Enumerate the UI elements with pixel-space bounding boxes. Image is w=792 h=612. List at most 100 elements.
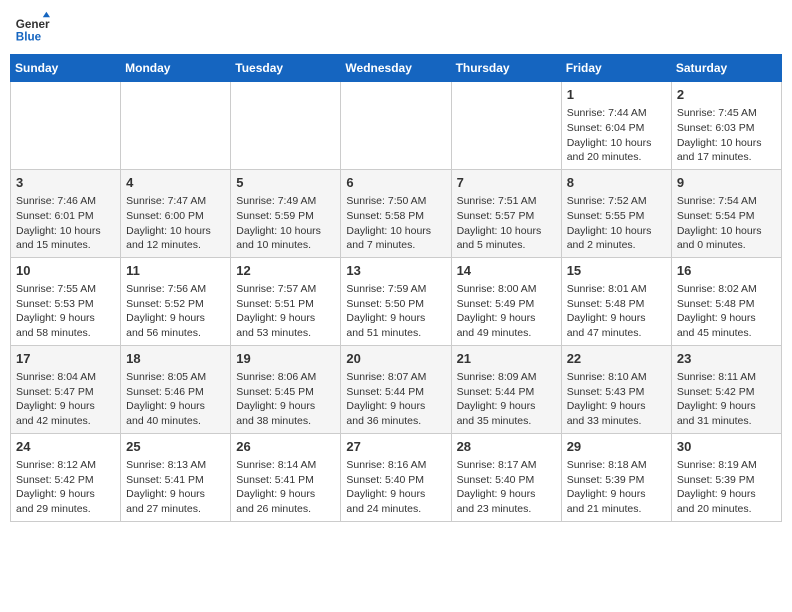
day-number: 19 — [236, 350, 335, 368]
day-info: Daylight: 10 hours and 12 minutes. — [126, 224, 225, 253]
day-info: Sunset: 6:01 PM — [16, 209, 115, 224]
day-info: Sunrise: 8:17 AM — [457, 458, 556, 473]
calendar-cell: 1 Sunrise: 7:44 AMSunset: 6:04 PMDaylight… — [561, 82, 671, 170]
calendar-cell — [451, 82, 561, 170]
day-number: 10 — [16, 262, 115, 280]
day-info: Sunset: 5:46 PM — [126, 385, 225, 400]
calendar-cell: 2Sunrise: 7:45 AMSunset: 6:03 PMDaylight… — [671, 82, 781, 170]
calendar-week-row: 3Sunrise: 7:46 AMSunset: 6:01 PMDaylight… — [11, 169, 782, 257]
day-info: Daylight: 9 hours and 26 minutes. — [236, 487, 335, 516]
calendar-cell: 4Sunrise: 7:47 AMSunset: 6:00 PMDaylight… — [121, 169, 231, 257]
calendar-cell: 7Sunrise: 7:51 AMSunset: 5:57 PMDaylight… — [451, 169, 561, 257]
day-number: 30 — [677, 438, 776, 456]
calendar-week-row: 1 Sunrise: 7:44 AMSunset: 6:04 PMDaylight… — [11, 82, 782, 170]
calendar-cell: 21Sunrise: 8:09 AMSunset: 5:44 PMDayligh… — [451, 345, 561, 433]
weekday-header: Tuesday — [231, 55, 341, 82]
day-info: Sunset: 5:58 PM — [346, 209, 445, 224]
day-info: Sunrise: 7:56 AM — [126, 282, 225, 297]
weekday-header: Monday — [121, 55, 231, 82]
day-info: Daylight: 10 hours and 15 minutes. — [16, 224, 115, 253]
day-info: Daylight: 10 hours and 5 minutes. — [457, 224, 556, 253]
day-info: Sunset: 5:52 PM — [126, 297, 225, 312]
calendar-week-row: 10Sunrise: 7:55 AMSunset: 5:53 PMDayligh… — [11, 257, 782, 345]
day-info: Sunset: 5:53 PM — [16, 297, 115, 312]
day-info: Daylight: 10 hours and 0 minutes. — [677, 224, 776, 253]
day-info: Daylight: 9 hours and 24 minutes. — [346, 487, 445, 516]
day-info: Sunrise: 8:09 AM — [457, 370, 556, 385]
day-info: Daylight: 9 hours and 42 minutes. — [16, 399, 115, 428]
day-info: Sunrise: 8:04 AM — [16, 370, 115, 385]
calendar-cell — [121, 82, 231, 170]
day-info: Sunrise: 7:45 AM — [677, 106, 776, 121]
calendar-week-row: 17Sunrise: 8:04 AMSunset: 5:47 PMDayligh… — [11, 345, 782, 433]
day-info: Daylight: 9 hours and 23 minutes. — [457, 487, 556, 516]
page-header: General Blue — [10, 10, 782, 46]
calendar-cell: 11Sunrise: 7:56 AMSunset: 5:52 PMDayligh… — [121, 257, 231, 345]
svg-text:Blue: Blue — [16, 31, 42, 44]
day-info: Sunset: 5:42 PM — [16, 473, 115, 488]
day-info: Daylight: 9 hours and 47 minutes. — [567, 311, 666, 340]
weekday-header: Thursday — [451, 55, 561, 82]
calendar-cell — [341, 82, 451, 170]
day-info: Sunrise: 8:00 AM — [457, 282, 556, 297]
day-info: Sunrise: 8:13 AM — [126, 458, 225, 473]
day-number: 27 — [346, 438, 445, 456]
day-info: Sunrise: 7:44 AM — [567, 106, 666, 121]
day-number: 1 — [567, 86, 666, 104]
day-info: Sunrise: 7:49 AM — [236, 194, 335, 209]
day-info: Sunset: 5:55 PM — [567, 209, 666, 224]
calendar-cell: 17Sunrise: 8:04 AMSunset: 5:47 PMDayligh… — [11, 345, 121, 433]
day-info: Sunset: 5:59 PM — [236, 209, 335, 224]
day-info: Sunrise: 7:55 AM — [16, 282, 115, 297]
calendar-cell: 15Sunrise: 8:01 AMSunset: 5:48 PMDayligh… — [561, 257, 671, 345]
day-info: Daylight: 9 hours and 21 minutes. — [567, 487, 666, 516]
day-number: 4 — [126, 174, 225, 192]
logo-icon: General Blue — [14, 10, 50, 46]
day-number: 13 — [346, 262, 445, 280]
day-info: Sunset: 5:41 PM — [236, 473, 335, 488]
calendar-cell: 20Sunrise: 8:07 AMSunset: 5:44 PMDayligh… — [341, 345, 451, 433]
day-number: 12 — [236, 262, 335, 280]
day-info: Sunset: 5:44 PM — [346, 385, 445, 400]
day-info: Sunrise: 7:51 AM — [457, 194, 556, 209]
day-info: Sunset: 6:03 PM — [677, 121, 776, 136]
day-info: Daylight: 9 hours and 31 minutes. — [677, 399, 776, 428]
day-info: Daylight: 9 hours and 58 minutes. — [16, 311, 115, 340]
calendar-cell: 8Sunrise: 7:52 AMSunset: 5:55 PMDaylight… — [561, 169, 671, 257]
day-info: Sunset: 6:04 PM — [567, 121, 666, 136]
calendar-cell: 6Sunrise: 7:50 AMSunset: 5:58 PMDaylight… — [341, 169, 451, 257]
day-info: Daylight: 10 hours and 20 minutes. — [567, 136, 666, 165]
day-info: Daylight: 10 hours and 7 minutes. — [346, 224, 445, 253]
calendar-cell: 10 Sunrise: 7:55 AMSunset: 5:53 PMDayligh… — [11, 257, 121, 345]
day-info: Sunrise: 7:46 AM — [16, 194, 115, 209]
day-number: 6 — [346, 174, 445, 192]
calendar-cell: 23Sunrise: 8:11 AMSunset: 5:42 PMDayligh… — [671, 345, 781, 433]
calendar-cell — [11, 82, 121, 170]
day-info: Daylight: 10 hours and 2 minutes. — [567, 224, 666, 253]
day-info: Sunrise: 7:54 AM — [677, 194, 776, 209]
day-info: Sunset: 5:39 PM — [677, 473, 776, 488]
calendar-cell: 12Sunrise: 7:57 AMSunset: 5:51 PMDayligh… — [231, 257, 341, 345]
day-info: Daylight: 9 hours and 40 minutes. — [126, 399, 225, 428]
day-info: Sunrise: 8:19 AM — [677, 458, 776, 473]
day-number: 9 — [677, 174, 776, 192]
day-info: Sunset: 5:45 PM — [236, 385, 335, 400]
weekday-row: SundayMondayTuesdayWednesdayThursdayFrid… — [11, 55, 782, 82]
calendar-cell: 28Sunrise: 8:17 AMSunset: 5:40 PMDayligh… — [451, 433, 561, 521]
day-number: 24 — [16, 438, 115, 456]
calendar-cell: 30Sunrise: 8:19 AMSunset: 5:39 PMDayligh… — [671, 433, 781, 521]
day-info: Sunrise: 8:14 AM — [236, 458, 335, 473]
day-info: Sunset: 5:40 PM — [457, 473, 556, 488]
day-number: 26 — [236, 438, 335, 456]
day-info: Daylight: 9 hours and 45 minutes. — [677, 311, 776, 340]
day-info: Sunset: 5:39 PM — [567, 473, 666, 488]
day-info: Sunrise: 8:10 AM — [567, 370, 666, 385]
weekday-header: Saturday — [671, 55, 781, 82]
day-number: 16 — [677, 262, 776, 280]
calendar-body: 1Sunrise: 7:44 AMSunset: 6:04 PMDaylight… — [11, 82, 782, 522]
day-info: Daylight: 9 hours and 35 minutes. — [457, 399, 556, 428]
day-info: Sunrise: 7:52 AM — [567, 194, 666, 209]
day-number: 18 — [126, 350, 225, 368]
day-info: Sunset: 5:48 PM — [567, 297, 666, 312]
calendar-cell: 16Sunrise: 8:02 AMSunset: 5:48 PMDayligh… — [671, 257, 781, 345]
